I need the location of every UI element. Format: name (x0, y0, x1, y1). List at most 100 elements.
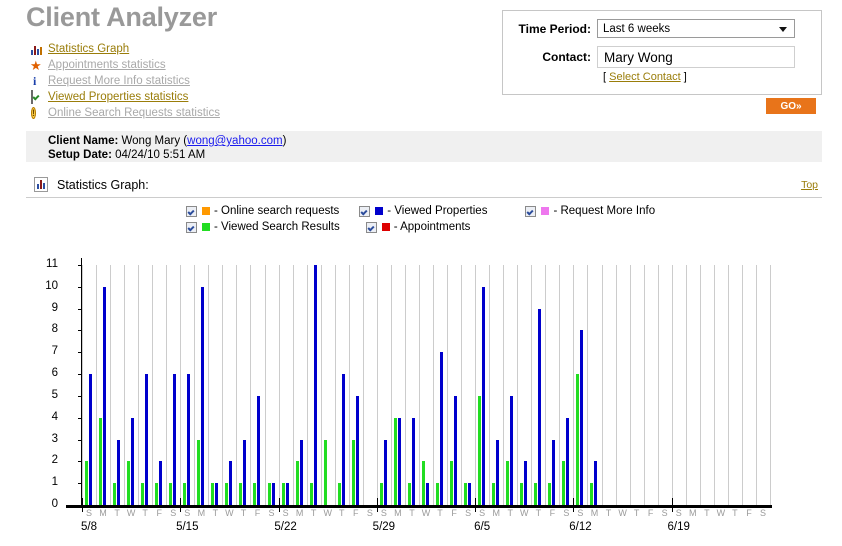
x-axis-day-label: T (437, 508, 443, 518)
time-period-value: Last 6 weeks (603, 22, 671, 35)
y-axis-tick-label: 3 (51, 432, 58, 445)
legend-checkbox[interactable] (186, 205, 197, 217)
chart-gridline (306, 265, 308, 505)
chart-gridline (320, 265, 322, 505)
bar-viewed-search-results (393, 417, 397, 505)
legend-item-viewed-properties[interactable]: - Viewed Properties (359, 205, 487, 217)
x-axis-day-label: W (421, 508, 431, 518)
x-axis-day-label: S (465, 508, 472, 518)
control-panel: Time Period: Last 6 weeks Contact: Mary … (502, 10, 822, 95)
bar-viewed-properties (173, 374, 177, 505)
nav-item-label: Online Search Requests statistics (48, 107, 220, 119)
x-axis-day-label: T (535, 508, 542, 518)
nav-item-online-search-requests-statistics[interactable]: ! Online Search Requests statistics (30, 105, 220, 121)
chart-gridline (236, 265, 238, 505)
y-axis-tick (78, 395, 82, 397)
x-axis-day-label: M (295, 508, 304, 518)
x-axis-week-label: 6/19 (667, 521, 690, 533)
y-axis-tick-label: 8 (51, 323, 58, 336)
legend-label: - Viewed Search Results (214, 221, 340, 233)
x-axis-day-label: W (716, 508, 726, 518)
chart-gridline (629, 265, 631, 505)
bar-viewed-search-results (127, 461, 131, 505)
bar-viewed-search-results (562, 461, 566, 505)
time-period-select[interactable]: Last 6 weeks (597, 19, 795, 38)
y-axis-tick-label: 0 (51, 498, 58, 510)
nav-list: Statistics Graph ★ Appointments statisti… (30, 41, 220, 121)
bar-viewed-search-results (407, 483, 411, 505)
chart-legend: - Online search requests - Viewed Propert… (186, 205, 686, 237)
bar-viewed-properties (341, 374, 345, 505)
bar-viewed-properties (355, 395, 359, 505)
chevron-down-icon (779, 27, 787, 32)
x-axis-day-label: S (577, 508, 584, 518)
x-axis-day-label: F (353, 508, 359, 518)
select-contact-link[interactable]: Select Contact (609, 71, 681, 83)
x-axis-day-label: W (618, 508, 627, 518)
legend-checkbox[interactable] (525, 205, 537, 217)
go-button[interactable]: GO» (766, 98, 816, 114)
chart-gridline (278, 265, 280, 505)
statistics-chart: 0 1 2 3 4 5 6 7 8 9 10 11 5/8 5/15 5/22 5/29 6/5 6/12 6/19… (0, 255, 842, 545)
legend-label: - Online search requests (214, 205, 340, 217)
setup-date-value: 04/24/10 5:51 AM (115, 149, 206, 161)
bar-viewed-properties (482, 286, 486, 505)
info-icon: i (33, 73, 37, 88)
nav-item-appointments-statistics[interactable]: ★ Appointments statistics (30, 57, 220, 73)
setup-date-row: Setup Date: 04/24/10 5:51 AM (48, 148, 822, 162)
nav-item-viewed-properties-statistics[interactable]: Viewed Properties statistics (30, 89, 220, 105)
chart-gridline (138, 265, 140, 505)
x-axis-day-label: M (590, 508, 599, 518)
y-axis-tick-label: 7 (51, 345, 58, 358)
legend-checkbox[interactable] (365, 221, 377, 233)
y-axis-tick-label: 2 (51, 454, 58, 467)
x-axis-week-label: 5/29 (372, 521, 396, 533)
nav-item-label: Statistics Graph (48, 43, 130, 55)
contact-input[interactable]: Mary Wong (597, 46, 795, 68)
x-axis-day-label: T (339, 508, 345, 518)
nav-item-label: Appointments statistics (48, 59, 166, 71)
bar-viewed-properties (89, 374, 92, 505)
nav-item-statistics-graph[interactable]: Statistics Graph (30, 41, 220, 57)
legend-item-request-more-info[interactable]: - Request More Info (525, 205, 655, 217)
nav-item-request-more-info-statistics[interactable]: i Request More Info statistics (30, 73, 220, 89)
bar-viewed-search-results (478, 395, 482, 505)
paren-close: ) (282, 135, 287, 147)
x-axis-week-label: 6/5 (474, 521, 491, 533)
y-axis-tick-label: 1 (51, 476, 58, 489)
bar-viewed-search-results (253, 483, 257, 505)
bar-viewed-search-results (281, 483, 285, 505)
legend-item-appointments[interactable]: - Appointments (365, 221, 470, 233)
legend-color-swatch (381, 223, 390, 231)
bar-viewed-search-results (183, 483, 187, 505)
checkbox-icon (30, 89, 46, 104)
legend-checkbox[interactable] (359, 205, 371, 217)
chart-gridline (390, 265, 392, 505)
bar-viewed-properties (159, 461, 163, 505)
y-axis-tick (78, 461, 82, 463)
top-link[interactable]: Top (801, 179, 818, 191)
chart-gridline (96, 265, 98, 505)
legend-item-viewed-search-results[interactable]: - Viewed Search Results (186, 221, 340, 233)
chart-gridline (685, 265, 687, 505)
legend-item-online-search-requests[interactable]: - Online search requests (186, 205, 339, 217)
chart-gridline (770, 265, 771, 505)
contact-row: Contact: Mary Wong (503, 46, 821, 68)
x-axis-day-label: W (225, 508, 234, 518)
bar-viewed-search-results (197, 439, 201, 505)
bar-viewed-properties (131, 417, 135, 505)
bar-viewed-properties (552, 439, 556, 505)
bar-viewed-search-results (211, 483, 215, 505)
client-email-link[interactable]: wong@yahoo.com (187, 135, 282, 147)
statistics-graph-header: Statistics Graph: Top (26, 172, 822, 198)
bar-viewed-properties (510, 395, 514, 505)
legend-color-swatch (202, 223, 210, 231)
x-axis-day-label: S (675, 508, 682, 518)
y-axis-tick-label: 9 (51, 301, 58, 314)
legend-checkbox[interactable] (186, 221, 197, 233)
section-title: Statistics Graph: (57, 177, 149, 192)
chart-gridline (222, 265, 224, 505)
y-axis-tick (78, 505, 82, 506)
bar-viewed-properties (285, 483, 289, 505)
chart-gridline (643, 265, 645, 505)
